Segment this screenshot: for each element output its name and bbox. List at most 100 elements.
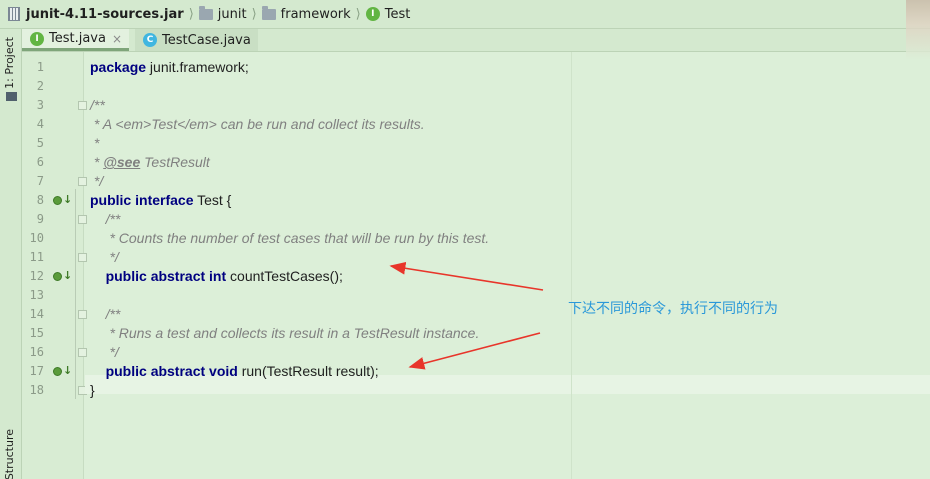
code-token: Test { (193, 192, 232, 208)
keyword: abstract (150, 268, 206, 284)
keyword: public (105, 268, 147, 284)
line-number: 15 (29, 326, 44, 340)
implemented-down-icon[interactable]: ↓ (53, 364, 73, 377)
code-token: } (90, 382, 95, 398)
line-number: 2 (36, 79, 44, 93)
line-number: 6 (36, 155, 44, 169)
breadcrumb-label: junit (217, 6, 247, 22)
line-number: 4 (36, 117, 44, 131)
implemented-dot-icon (53, 195, 62, 205)
keyword: abstract (150, 363, 206, 379)
implemented-down-icon[interactable]: ↓ (53, 193, 73, 206)
code-line: * Runs a test and collects its result in… (90, 324, 479, 343)
line-number: 8 (36, 193, 44, 207)
interface-icon: I (30, 31, 44, 46)
keyword: public (105, 363, 147, 379)
line-number: 11 (29, 250, 44, 264)
keyword: void (209, 363, 238, 379)
down-arrow-icon: ↓ (63, 364, 73, 377)
line-number: 18 (29, 383, 44, 397)
line-number: 1 (36, 60, 44, 74)
implemented-dot-icon (53, 366, 62, 376)
down-arrow-icon: ↓ (63, 193, 73, 206)
tab-label: Test.java (49, 31, 106, 46)
line-number: 13 (29, 288, 44, 302)
code-line: public interface Test { (90, 191, 231, 210)
line-number: 12 (29, 269, 44, 283)
breadcrumb-separator: ⟩ (355, 6, 361, 22)
implemented-down-icon[interactable]: ↓ (53, 270, 72, 281)
right-margin-guide (571, 52, 572, 479)
line-number: 3 (36, 98, 44, 112)
breadcrumb-label: framework (280, 6, 351, 22)
interface-icon: I (365, 7, 380, 21)
breadcrumb-label: Test (384, 6, 411, 22)
code-line: */ (90, 343, 119, 362)
code-line: /** (90, 96, 105, 115)
breadcrumb-item[interactable]: I Test (365, 6, 411, 22)
code-line: * (90, 134, 99, 153)
comment: /** (90, 97, 105, 113)
line-number: 16 (29, 345, 44, 359)
code-token: countTestCases(); (226, 268, 343, 284)
comment: @see (103, 154, 141, 170)
indent-guide (75, 189, 76, 399)
code-line: * @see TestResult (90, 153, 210, 172)
breadcrumb-item[interactable]: framework (261, 5, 351, 22)
comment: TestResult (140, 154, 210, 170)
code-line: * Counts the number of test cases that w… (90, 229, 489, 248)
line-number: 7 (36, 174, 44, 188)
tab-label: TestCase.java (162, 32, 251, 48)
implemented-dot-icon (53, 271, 62, 281)
breadcrumb-item[interactable]: junit-4.11-sources.jar (8, 7, 184, 22)
line-number: 9 (36, 212, 44, 226)
comment: * Runs a test and collects its result in… (105, 325, 480, 341)
comment: /** (105, 211, 121, 227)
project-folder-icon[interactable] (6, 92, 17, 101)
keyword: public (90, 192, 132, 208)
breadcrumb-label: junit-4.11-sources.jar (26, 6, 184, 22)
line-number: 5 (36, 136, 44, 150)
code-editor[interactable]: package junit.framework; /** * A <em>Test… (75, 52, 930, 479)
breadcrumb-separator: ⟩ (251, 6, 257, 22)
line-number: 10 (29, 231, 44, 245)
tab-test-java[interactable]: I Test.java × (22, 29, 130, 51)
comment: */ (105, 344, 119, 360)
folder-icon (198, 5, 213, 20)
overlay-photo-fragment (906, 0, 930, 60)
breadcrumb-separator: ⟩ (188, 6, 194, 22)
line-number: 17 (29, 364, 44, 378)
editor-tabs: I Test.java × C TestCase.java (22, 29, 930, 52)
comment: */ (105, 249, 119, 265)
project-toolwindow-button[interactable]: 1: Project (3, 37, 16, 89)
keyword: int (209, 268, 227, 284)
code-line: public abstract void run(TestResult resu… (90, 362, 379, 381)
line-number: 14 (29, 307, 44, 321)
navigation-bar: junit-4.11-sources.jar ⟩ junit ⟩ framework ⟩ I… (0, 0, 930, 29)
jar-icon (8, 7, 20, 21)
code-token: run(TestResult result); (237, 363, 379, 379)
comment: */ (90, 173, 104, 189)
comment: * A <em>Test</em> can be run and collect… (90, 116, 425, 132)
code-line: } (90, 381, 95, 400)
comment: * (90, 154, 104, 170)
breadcrumb-item[interactable]: junit (198, 5, 247, 22)
code-line: * A <em>Test</em> can be run and collect… (90, 115, 425, 134)
tab-testcase-java[interactable]: C TestCase.java (135, 29, 258, 51)
code-line: */ (90, 248, 119, 267)
folder-icon (261, 5, 276, 20)
comment: /** (105, 306, 121, 322)
close-icon[interactable]: × (112, 32, 122, 46)
keyword: interface (135, 192, 194, 208)
annotation-text: 下达不同的命令，执行不同的行为 (568, 301, 778, 317)
class-icon: C (143, 33, 158, 47)
code-token: junit.framework; (146, 59, 249, 75)
comment: * (90, 135, 100, 151)
code-line: package junit.framework; (90, 58, 249, 77)
left-tool-strip: 1: Project Structure (0, 29, 22, 479)
keyword: package (90, 59, 147, 75)
code-line: /** (90, 210, 121, 229)
code-line: public abstract int countTestCases(); (90, 267, 343, 286)
structure-toolwindow-button[interactable]: Structure (3, 429, 16, 479)
comment: * Counts the number of test cases that w… (105, 230, 490, 246)
